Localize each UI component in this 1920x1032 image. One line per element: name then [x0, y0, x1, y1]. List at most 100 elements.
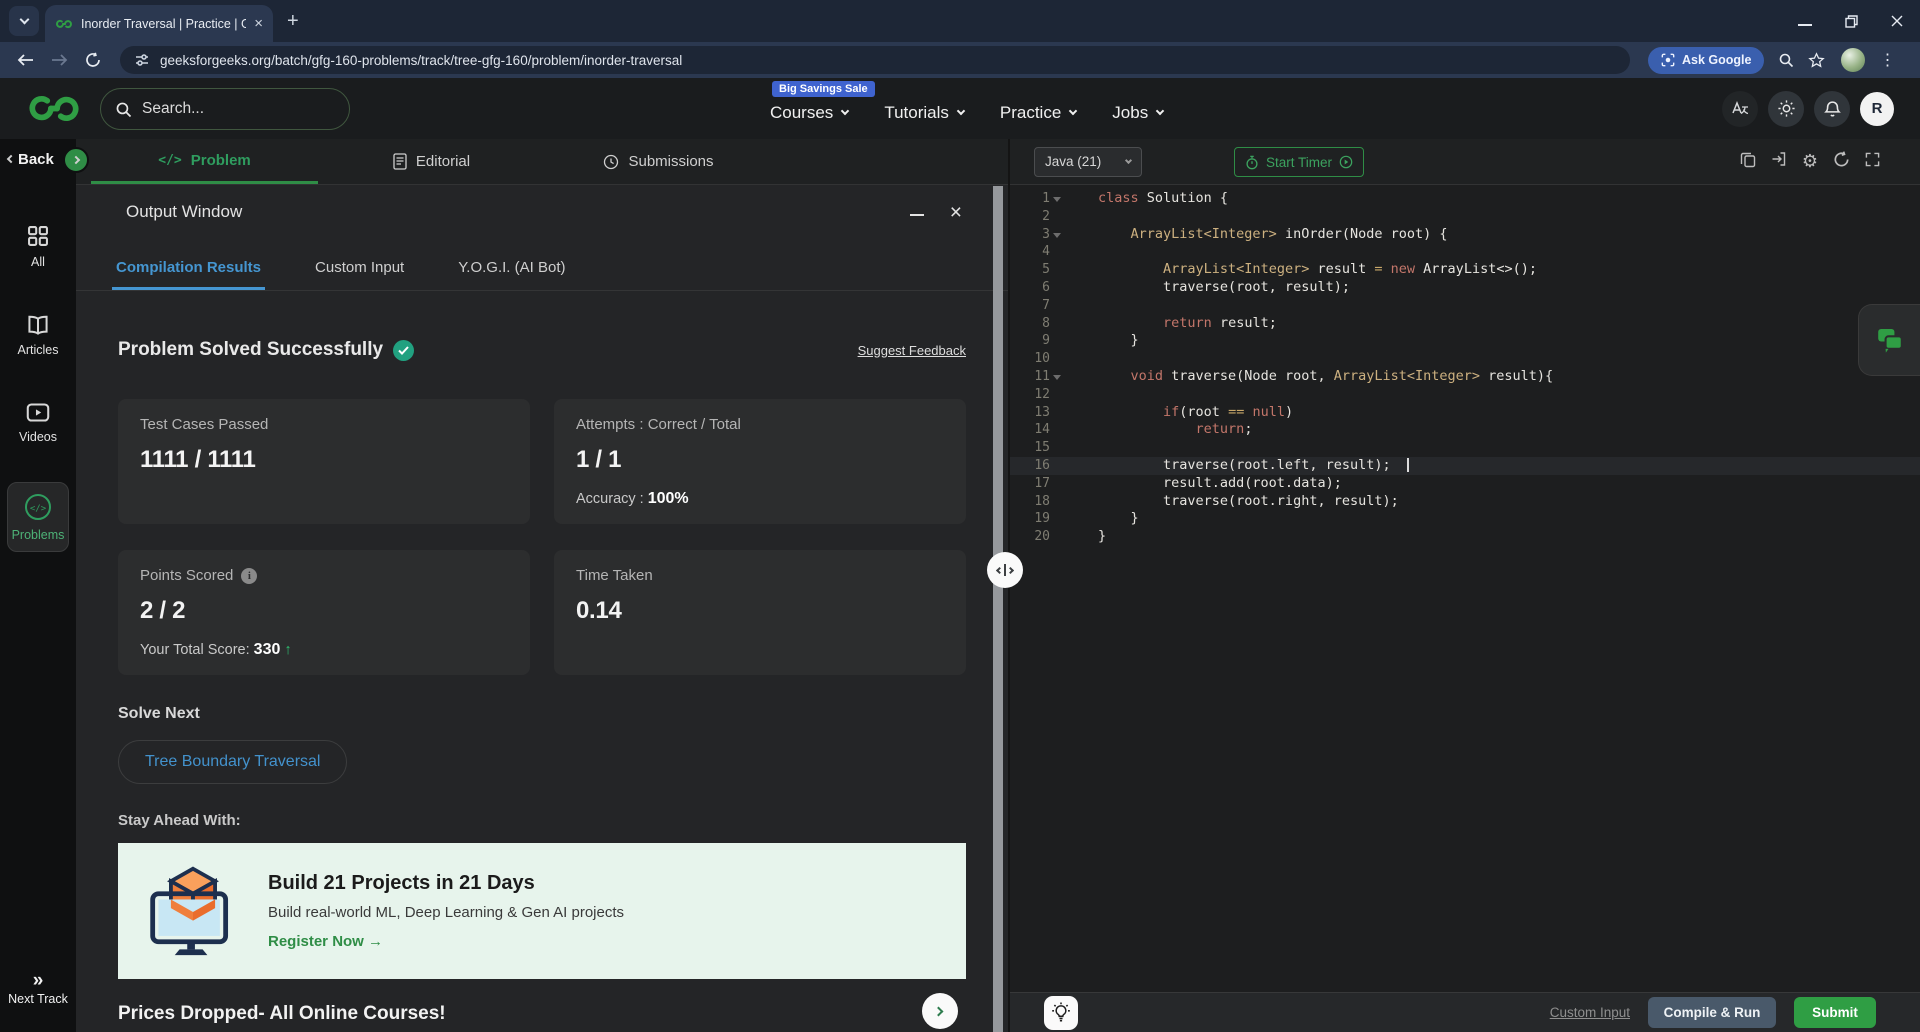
fold-caret-icon: [1053, 232, 1061, 238]
theme-toggle-sun-icon[interactable]: [1768, 90, 1804, 127]
line-number: 20: [1034, 529, 1050, 545]
suggest-feedback-link[interactable]: Suggest Feedback: [858, 343, 966, 358]
info-icon[interactable]: i: [241, 567, 258, 584]
window-restore-button[interactable]: [1828, 0, 1874, 42]
code-line[interactable]: 4: [1010, 243, 1920, 261]
browser-tab[interactable]: Inorder Traversal | Practice | Gee ×: [45, 5, 273, 42]
code-editor[interactable]: 1 class Solution {2 3 ArrayList<Integer> i…: [1010, 185, 1920, 992]
start-timer-button[interactable]: Start Timer: [1234, 147, 1365, 177]
fold-caret-icon: [1053, 197, 1061, 202]
site-search[interactable]: [100, 88, 350, 130]
tab-close-icon[interactable]: ×: [254, 16, 263, 31]
code-line[interactable]: 9 }: [1010, 332, 1920, 350]
site-info-icon[interactable]: [134, 52, 150, 68]
compile-run-button[interactable]: Compile & Run: [1648, 997, 1776, 1028]
resize-right-icon: [1006, 566, 1015, 574]
hint-bulb-button[interactable]: [1044, 995, 1078, 1030]
tab-search-button[interactable]: [9, 6, 39, 36]
rail-item-articles[interactable]: Articles: [18, 315, 58, 357]
translate-icon[interactable]: [1722, 90, 1758, 127]
code-line[interactable]: 1 class Solution {: [1010, 190, 1920, 208]
chevron-right-icon: [933, 1006, 944, 1016]
search-input[interactable]: [142, 100, 312, 118]
browser-toolbar: geeksforgeeks.org/batch/gfg-160-problems…: [0, 42, 1920, 78]
register-now-link[interactable]: Register Now →: [268, 933, 624, 950]
code-line[interactable]: 19 }: [1010, 510, 1920, 528]
panel-scrollbar[interactable]: [993, 186, 1003, 1032]
line-number: 8: [1042, 315, 1050, 331]
code-line[interactable]: 20}: [1010, 528, 1920, 546]
code-line[interactable]: 18 traverse(root.right, result);: [1010, 493, 1920, 511]
search-icon: [116, 102, 132, 117]
code-line[interactable]: 15: [1010, 439, 1920, 457]
window-minimize-button[interactable]: [1782, 0, 1828, 42]
promo-banner[interactable]: Build 21 Projects in 21 Days Build real-…: [118, 843, 966, 979]
url-bar[interactable]: geeksforgeeks.org/batch/gfg-160-problems…: [120, 46, 1630, 74]
code-line[interactable]: 11 void traverse(Node root, ArrayList<In…: [1010, 368, 1920, 386]
reload-button[interactable]: [76, 52, 110, 68]
next-track-button[interactable]: » Next Track: [8, 971, 68, 1006]
tab-submissions[interactable]: Submissions: [545, 139, 772, 184]
code-line[interactable]: 2: [1010, 208, 1920, 226]
line-number: 2: [1042, 208, 1050, 224]
line-number: 4: [1042, 244, 1050, 260]
code-line[interactable]: 17 result.add(root.data);: [1010, 475, 1920, 493]
back-button-track[interactable]: Back: [0, 139, 89, 179]
window-close-button[interactable]: [1874, 0, 1920, 42]
left-rail: Back All Articles Videos </> Problems »: [0, 139, 89, 1032]
settings-gear-icon[interactable]: ⚙: [1802, 152, 1818, 171]
browser-profile-avatar[interactable]: [1841, 48, 1866, 72]
bookmark-star-icon[interactable]: [1808, 51, 1826, 69]
profile-avatar[interactable]: R: [1860, 91, 1894, 126]
code-line[interactable]: 14 return;: [1010, 421, 1920, 439]
next-problem-button[interactable]: Tree Boundary Traversal: [118, 740, 348, 784]
ask-google-button[interactable]: Ask Google: [1648, 46, 1765, 74]
nav-item-tutorials[interactable]: Tutorials: [884, 103, 966, 123]
submit-button[interactable]: Submit: [1794, 997, 1876, 1028]
output-close-icon[interactable]: ×: [950, 202, 962, 223]
reset-code-icon[interactable]: [1833, 150, 1850, 173]
fullscreen-icon[interactable]: [1865, 152, 1880, 172]
rail-item-all[interactable]: All: [27, 225, 49, 269]
search-tabs-icon[interactable]: [1778, 52, 1794, 68]
notifications-bell-icon[interactable]: [1814, 90, 1850, 127]
code-line[interactable]: 5 ArrayList<Integer> result = new ArrayL…: [1010, 261, 1920, 279]
nav-item-courses[interactable]: Courses: [770, 103, 850, 123]
code-line[interactable]: 10: [1010, 350, 1920, 368]
rail-item-videos[interactable]: Videos: [19, 403, 57, 444]
code-line[interactable]: 3 ArrayList<Integer> inOrder(Node root) …: [1010, 226, 1920, 244]
new-tab-button[interactable]: +: [287, 10, 299, 33]
code-line[interactable]: 7: [1010, 297, 1920, 315]
promo-next-button[interactable]: [922, 993, 958, 1029]
code-line[interactable]: 13 if(root == null): [1010, 404, 1920, 422]
tab-compilation-results[interactable]: Compilation Results: [112, 259, 266, 290]
import-code-icon[interactable]: [1771, 151, 1787, 172]
custom-input-link[interactable]: Custom Input: [1550, 1005, 1630, 1020]
line-number: 3: [1010, 226, 1062, 244]
rail-item-problems[interactable]: </> Problems: [7, 482, 69, 552]
line-number: 11: [1010, 368, 1062, 386]
attempts-card: Attempts : Correct / Total 1 / 1 Accurac…: [554, 399, 966, 524]
nav-item-practice[interactable]: Practice: [1000, 103, 1078, 123]
code-line[interactable]: 12: [1010, 386, 1920, 404]
code-icon: </>: [158, 152, 182, 168]
language-select[interactable]: Java (21): [1034, 146, 1142, 177]
code-line[interactable]: 16 traverse(root.left, result);: [1010, 456, 1920, 475]
browser-menu-icon[interactable]: ⋮: [1879, 50, 1895, 70]
splitter-handle[interactable]: [987, 552, 1023, 588]
forward-button[interactable]: [42, 53, 76, 67]
tab-problem[interactable]: </> Problem: [91, 139, 318, 184]
chat-widget-button[interactable]: [1858, 304, 1920, 376]
tab-editorial[interactable]: Editorial: [318, 139, 545, 184]
tab-yogi-ai-bot[interactable]: Y.O.G.I. (AI Bot): [454, 259, 569, 290]
tab-custom-input[interactable]: Custom Input: [311, 259, 408, 290]
copy-icon[interactable]: [1740, 151, 1756, 173]
gfg-logo[interactable]: [26, 93, 82, 124]
editor-toolbar: Java (21) Start Timer ⚙: [1010, 139, 1920, 185]
expand-sidebar-button[interactable]: [63, 147, 89, 173]
back-button[interactable]: [8, 53, 42, 67]
code-line[interactable]: 6 traverse(root, result);: [1010, 279, 1920, 297]
output-minimize-button[interactable]: [909, 203, 924, 221]
nav-item-jobs[interactable]: Jobs: [1112, 103, 1165, 123]
code-line[interactable]: 8 return result;: [1010, 315, 1920, 333]
